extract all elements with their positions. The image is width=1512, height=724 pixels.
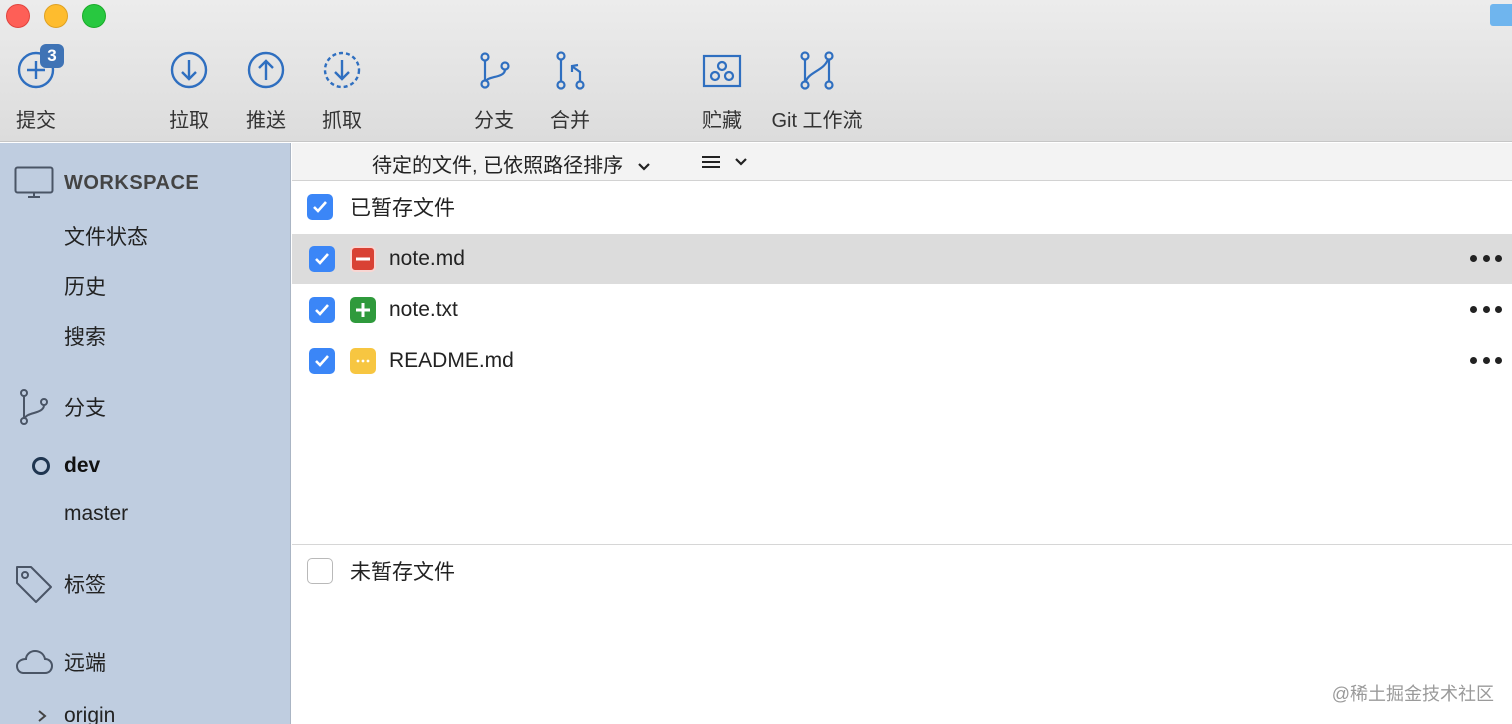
deleted-status-icon [350,246,376,272]
checkmark-icon [315,355,329,367]
merge-button[interactable]: 合并 [548,48,592,138]
monitor-icon [14,166,54,198]
unstaged-files-header: 未暂存文件 [292,546,1512,596]
folder-icon [1490,4,1512,26]
git-flow-icon [800,51,834,90]
fetch-arrow-down-icon [323,51,361,89]
staged-files-header: 已暂存文件 [292,182,1512,232]
file-status-panel: 待定的文件, 已依照路径排序 已暂存文件 note.md note.txt RE… [292,143,1512,724]
file-row[interactable]: note.txt [292,285,1512,335]
checkmark-icon [315,304,329,316]
commit-count-badge: 3 [40,44,64,68]
sidebar-item-label: origin [64,704,116,724]
branch-icon [480,52,510,89]
sidebar-item-search[interactable]: 搜索 [0,319,291,353]
push-button[interactable]: 推送 [244,48,288,138]
sidebar-item-branch-dev[interactable]: dev [0,449,291,483]
tag-icon [16,566,52,603]
file-checkbox[interactable] [309,297,335,323]
sidebar-section-workspace[interactable]: WORKSPACE [0,165,291,201]
watermark: @稀土掘金技术社区 [1331,684,1494,704]
sidebar-item-label: dev [64,454,101,477]
minimize-window-button[interactable] [44,4,68,28]
chevron-right-icon[interactable] [36,708,48,724]
commit-button[interactable]: 3 提交 [14,44,64,138]
file-name: note.md [389,247,465,270]
chevron-down-icon [637,162,650,171]
file-row[interactable]: note.md [292,234,1512,284]
sidebar-item-label: 历史 [64,276,106,299]
sidebar-section-tags[interactable]: 标签 [0,563,291,605]
file-checkbox[interactable] [309,246,335,272]
sidebar-section-remotes[interactable]: 远端 [0,645,291,679]
unstaged-all-checkbox[interactable] [307,558,333,584]
stash-label: 贮藏 [702,110,742,132]
file-checkbox[interactable] [309,348,335,374]
unstaged-files-label: 未暂存文件 [350,561,455,584]
branch-label: 分支 [474,110,514,132]
git-flow-button[interactable]: Git 工作流 [767,48,867,138]
merge-icon [556,51,585,90]
workspace-title: WORKSPACE [64,171,200,194]
modified-status-icon [350,348,376,374]
branch-button[interactable]: 分支 [472,48,516,138]
chevron-down-icon [735,158,748,166]
file-more-options-icon[interactable] [1470,306,1502,314]
remotes-title: 远端 [64,652,106,675]
sidebar-item-branch-master[interactable]: master [0,497,291,531]
zoom-window-button[interactable] [82,4,106,28]
sort-label-text: 待定的文件, 已依照路径排序 [372,155,624,177]
merge-label: 合并 [550,110,590,132]
git-flow-label: Git 工作流 [771,110,863,132]
tags-title: 标签 [64,574,106,597]
sidebar-section-branches[interactable]: 分支 [0,387,291,427]
sidebar-item-history[interactable]: 历史 [0,269,291,303]
pull-label: 拉取 [169,110,209,132]
stash-box-icon [702,54,742,88]
file-name: README.md [389,349,514,372]
view-mode-dropdown[interactable] [700,151,748,173]
stash-button[interactable]: 贮藏 [700,48,744,138]
push-label: 推送 [246,110,286,132]
fetch-label: 抓取 [322,110,362,132]
file-name: note.txt [389,298,458,321]
staged-all-checkbox[interactable] [307,194,333,220]
sidebar-item-file-status[interactable]: 文件状态 [0,219,291,253]
sidebar-item-label: 文件状态 [64,226,148,249]
close-window-button[interactable] [6,4,30,28]
current-branch-indicator-icon [32,457,50,475]
sidebar-item-remote-origin[interactable]: origin [0,699,291,724]
file-list-header: 待定的文件, 已依照路径排序 [292,143,1512,181]
sidebar-item-label: master [64,502,129,525]
fetch-button[interactable]: 抓取 [320,48,364,138]
file-more-options-icon[interactable] [1470,357,1502,365]
cloud-icon [15,649,54,674]
checkmark-icon [313,201,327,213]
file-row[interactable]: README.md [292,336,1512,386]
sidebar: WORKSPACE 文件状态 历史 搜索 分支 dev master 标签 远端… [0,143,291,724]
list-view-icon [702,156,720,168]
sidebar-item-label: 搜索 [64,326,106,349]
sort-options-dropdown[interactable]: 待定的文件, 已依照路径排序 [372,149,651,178]
pull-button[interactable]: 拉取 [167,48,211,138]
staged-unstaged-divider[interactable] [292,544,1512,545]
branches-title: 分支 [64,397,106,420]
pull-arrow-down-icon [170,51,208,89]
toolbar: 3 提交 拉取 推送 抓取 分支 合并 贮藏 Git 工作流 [0,0,1512,142]
push-arrow-up-icon [247,51,285,89]
commit-label: 提交 [16,110,56,132]
file-more-options-icon[interactable] [1470,255,1502,263]
staged-files-label: 已暂存文件 [350,197,455,220]
added-status-icon [350,297,376,323]
branch-icon [20,389,48,425]
checkmark-icon [315,253,329,265]
